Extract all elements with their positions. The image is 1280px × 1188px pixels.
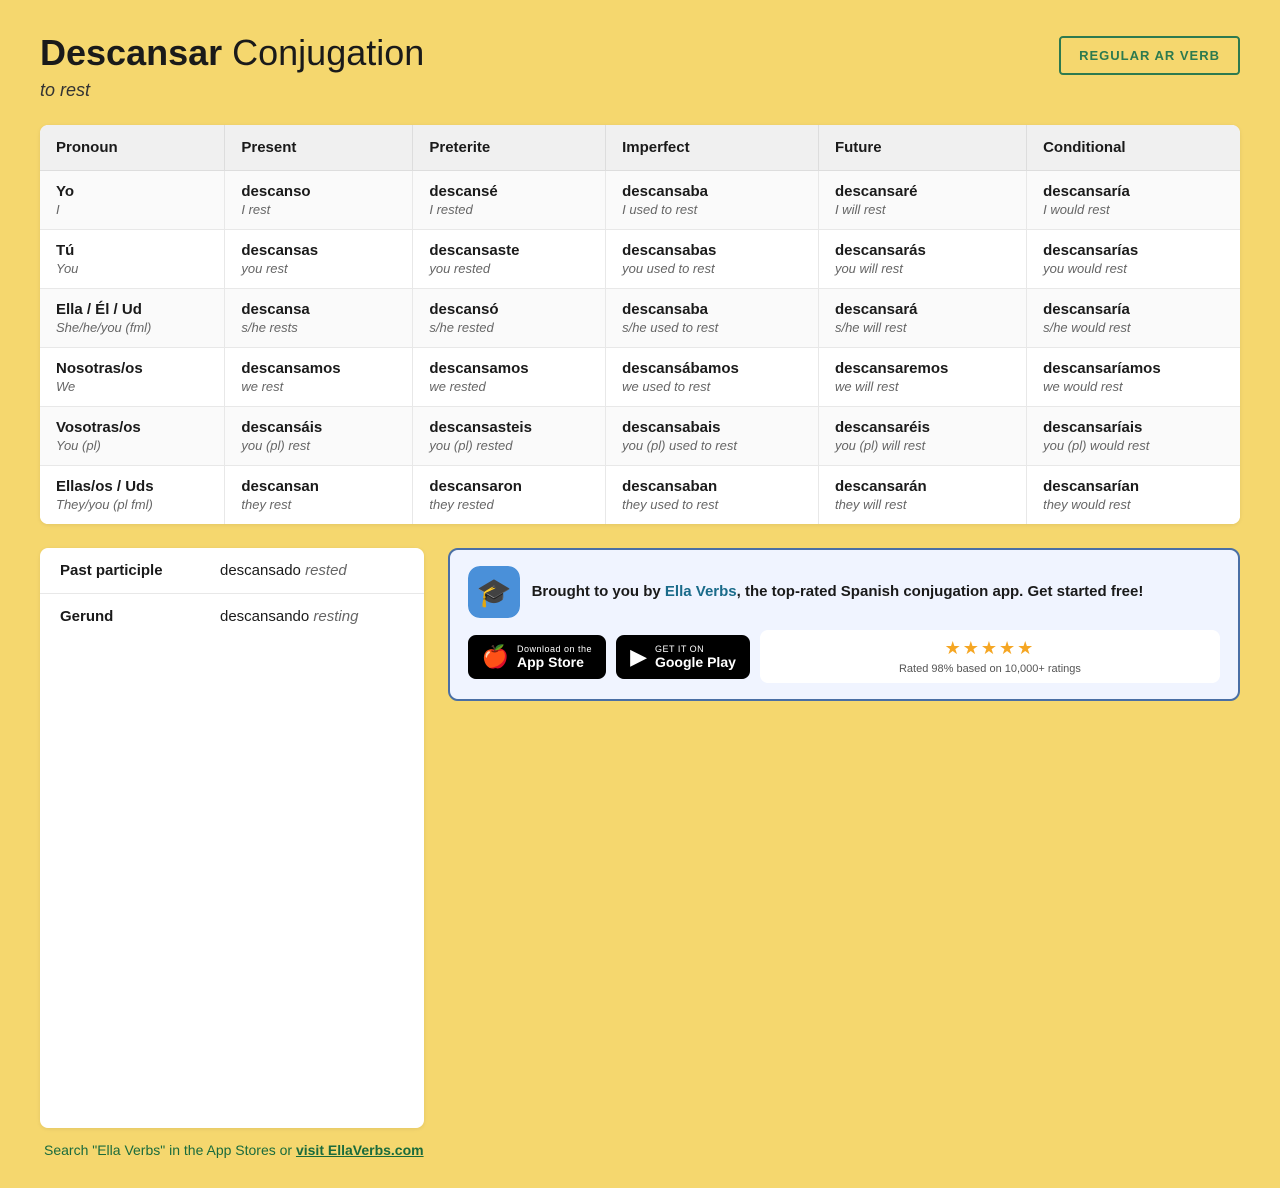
table-header-row: Pronoun Present Preterite Imperfect Futu… [40,125,1240,171]
cell-5-4: descansaránthey will rest [818,466,1026,525]
ad-top: 🎓 Brought to you by Ella Verbs, the top-… [468,566,1220,618]
past-participle-row: Past participle descansado rested [40,548,424,594]
past-participle-label: Past participle [60,562,220,579]
bottom-left: Past participle descansado rested Gerund… [40,548,424,1158]
col-pronoun: Pronoun [40,125,225,171]
cell-1-1: descansasyou rest [225,230,413,289]
col-preterite: Preterite [413,125,606,171]
cell-4-1: descansáisyou (pl) rest [225,407,413,466]
cell-3-2: descansamoswe rested [413,348,606,407]
ad-banner: 🎓 Brought to you by Ella Verbs, the top-… [448,548,1240,701]
gerund-label: Gerund [60,608,220,625]
table-row: TúYoudescansasyou restdescansasteyou res… [40,230,1240,289]
past-participle-value: descansado rested [220,562,347,579]
rating-text: Rated 98% based on 10,000+ ratings [899,663,1081,675]
col-future: Future [818,125,1026,171]
conjugation-table: Pronoun Present Preterite Imperfect Futu… [40,125,1240,524]
title-section: Descansar Conjugation to rest [40,32,424,101]
verb-badge: REGULAR AR VERB [1059,36,1240,75]
cell-0-2: descanséI rested [413,171,606,230]
table-row: Nosotras/osWedescansamoswe restdescansam… [40,348,1240,407]
cell-2-5: descansarías/he would rest [1027,289,1240,348]
cell-4-3: descansabaisyou (pl) used to rest [606,407,819,466]
cell-2-2: descansós/he rested [413,289,606,348]
google-play-top-label: GET IT ON [655,644,736,654]
cell-0-3: descansabaI used to rest [606,171,819,230]
cell-3-0: Nosotras/osWe [40,348,225,407]
col-present: Present [225,125,413,171]
cell-0-1: descansoI rest [225,171,413,230]
cell-3-3: descansábamoswe used to rest [606,348,819,407]
cell-1-4: descansarásyou will rest [818,230,1026,289]
google-play-bottom-label: Google Play [655,654,736,670]
gerund-value: descansando resting [220,608,358,625]
participle-table: Past participle descansado rested Gerund… [40,548,424,1128]
cell-5-2: descansaronthey rested [413,466,606,525]
page-subtitle: to rest [40,80,424,101]
cell-0-0: YoI [40,171,225,230]
table-row: Ella / Él / UdShe/he/you (fml)descansas/… [40,289,1240,348]
gerund-row: Gerund descansando resting [40,594,424,639]
cell-0-5: descansaríaI would rest [1027,171,1240,230]
cell-4-4: descansaréisyou (pl) will rest [818,407,1026,466]
ad-bottom: 🍎 Download on the App Store ▶ GET IT ON … [468,630,1220,683]
cell-2-4: descansarás/he will rest [818,289,1026,348]
col-conditional: Conditional [1027,125,1240,171]
app-store-bottom-label: App Store [517,654,592,670]
app-store-top-label: Download on the [517,644,592,654]
cell-1-3: descansabasyou used to rest [606,230,819,289]
bottom-section: Past participle descansado rested Gerund… [40,548,1240,1158]
app-store-button[interactable]: 🍎 Download on the App Store [468,635,606,679]
svg-text:🎓: 🎓 [476,577,511,609]
cell-4-2: descansasteisyou (pl) rested [413,407,606,466]
ella-verbs-link[interactable]: visit EllaVerbs.com [296,1142,424,1158]
rating-box: ★★★★★ Rated 98% based on 10,000+ ratings [760,630,1220,683]
cell-5-1: descansanthey rest [225,466,413,525]
app-icon-svg: 🎓 [468,566,520,618]
cell-3-4: descansaremoswe will rest [818,348,1026,407]
cell-5-0: Ellas/os / UdsThey/you (pl fml) [40,466,225,525]
apple-icon: 🍎 [482,644,509,670]
cell-1-5: descansaríasyou would rest [1027,230,1240,289]
table-row: Vosotras/osYou (pl)descansáisyou (pl) re… [40,407,1240,466]
ella-verbs-ad-link[interactable]: Ella Verbs [665,583,737,600]
ad-text: Brought to you by Ella Verbs, the top-ra… [532,581,1144,604]
search-text: Search "Ella Verbs" in the App Stores or… [40,1142,424,1158]
cell-1-0: TúYou [40,230,225,289]
cell-2-3: descansabas/he used to rest [606,289,819,348]
page-title: Descansar Conjugation [40,32,424,74]
rating-stars: ★★★★★ [945,638,1036,659]
cell-4-0: Vosotras/osYou (pl) [40,407,225,466]
table-row: Ellas/os / UdsThey/you (pl fml)descansan… [40,466,1240,525]
app-icon: 🎓 [468,566,520,618]
cell-3-1: descansamoswe rest [225,348,413,407]
page-header: Descansar Conjugation to rest REGULAR AR… [40,32,1240,101]
col-imperfect: Imperfect [606,125,819,171]
cell-4-5: descansaríaisyou (pl) would rest [1027,407,1240,466]
google-play-button[interactable]: ▶ GET IT ON Google Play [616,635,750,679]
table-row: YoIdescansoI restdescanséI resteddescans… [40,171,1240,230]
cell-1-2: descansasteyou rested [413,230,606,289]
cell-2-1: descansas/he rests [225,289,413,348]
cell-2-0: Ella / Él / UdShe/he/you (fml) [40,289,225,348]
cell-0-4: descansaréI will rest [818,171,1026,230]
google-play-icon: ▶ [630,644,647,670]
cell-5-5: descansaríanthey would rest [1027,466,1240,525]
cell-5-3: descansabanthey used to rest [606,466,819,525]
cell-3-5: descansaríamoswe would rest [1027,348,1240,407]
